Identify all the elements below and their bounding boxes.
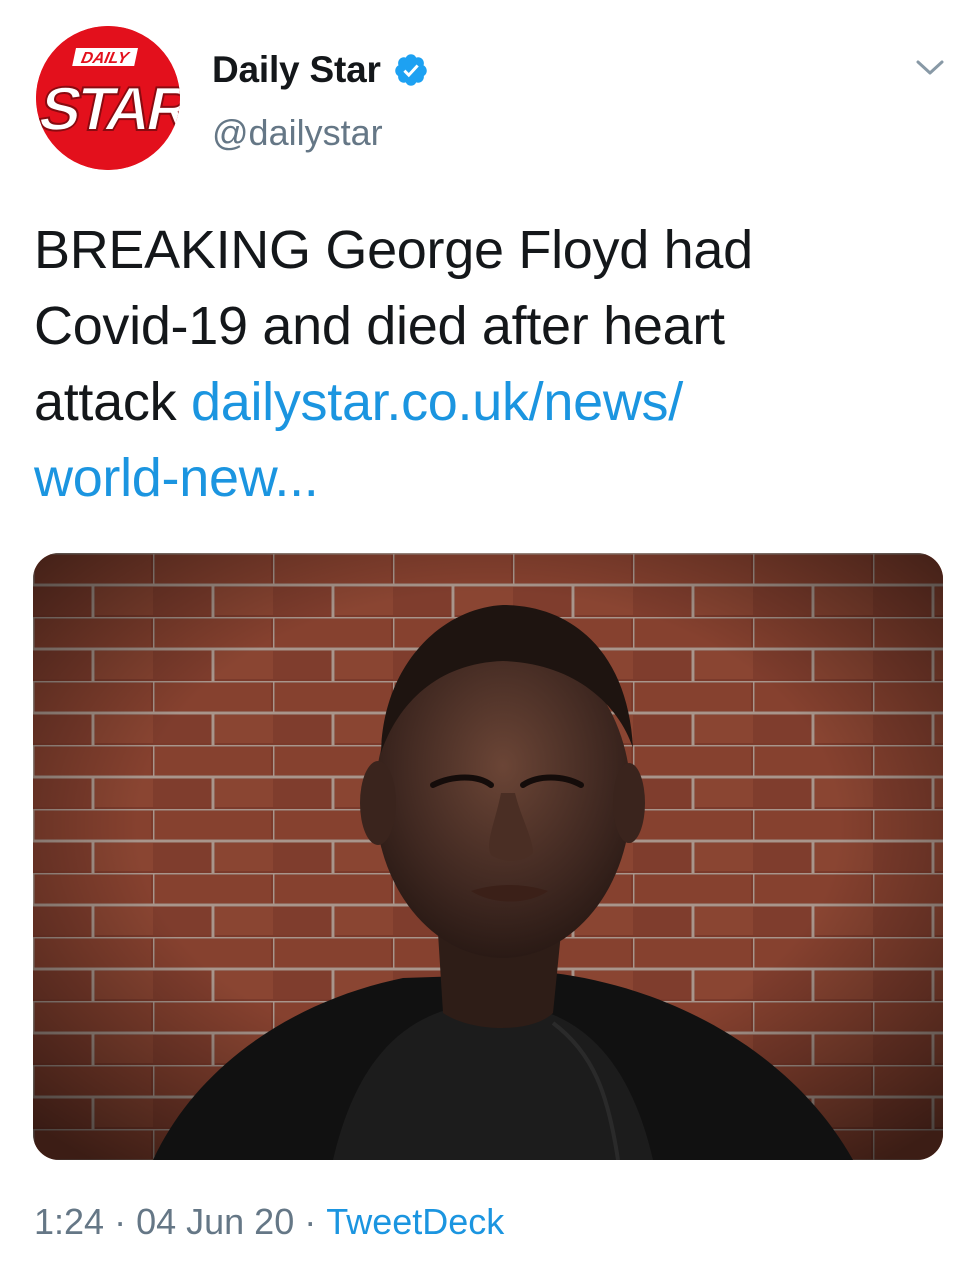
tweet-text-line: attack dailystar.co.uk/news/	[34, 364, 934, 440]
svg-text:STAR: STAR	[36, 75, 180, 144]
article-link-continued[interactable]: world-new...	[34, 440, 934, 516]
tweet-photo[interactable]	[33, 553, 943, 1160]
chevron-down-icon[interactable]	[908, 50, 952, 86]
article-link[interactable]: dailystar.co.uk/news/	[191, 372, 683, 432]
tweet-text-line: Covid-19 and died after heart	[34, 296, 725, 356]
tweet-meta: 1:24 · 04 Jun 20 · TweetDeck	[34, 1200, 504, 1244]
tweet-text: BREAKING George Floyd had Covid-19 and d…	[34, 212, 934, 516]
author-name-row[interactable]: Daily Star	[212, 46, 429, 94]
daily-star-logo: DAILY STAR	[36, 26, 180, 170]
tweet-text-segment: attack	[34, 372, 191, 432]
tweet-card: DAILY STAR Daily Star @dailystar BREAKIN…	[0, 0, 976, 1280]
tweet-source-link[interactable]: TweetDeck	[326, 1201, 504, 1242]
avatar[interactable]: DAILY STAR	[36, 26, 180, 170]
handle[interactable]: @dailystar	[212, 112, 383, 154]
separator: ·	[114, 1201, 127, 1242]
tweet-time[interactable]: 1:24	[34, 1201, 104, 1242]
display-name[interactable]: Daily Star	[212, 49, 381, 91]
photo-image	[33, 553, 943, 1160]
separator: ·	[304, 1201, 317, 1242]
verified-badge-icon	[393, 52, 429, 88]
tweet-date[interactable]: 04 Jun 20	[136, 1201, 294, 1242]
tweet-text-line: BREAKING George Floyd had	[34, 220, 753, 280]
svg-text:DAILY: DAILY	[80, 49, 132, 67]
